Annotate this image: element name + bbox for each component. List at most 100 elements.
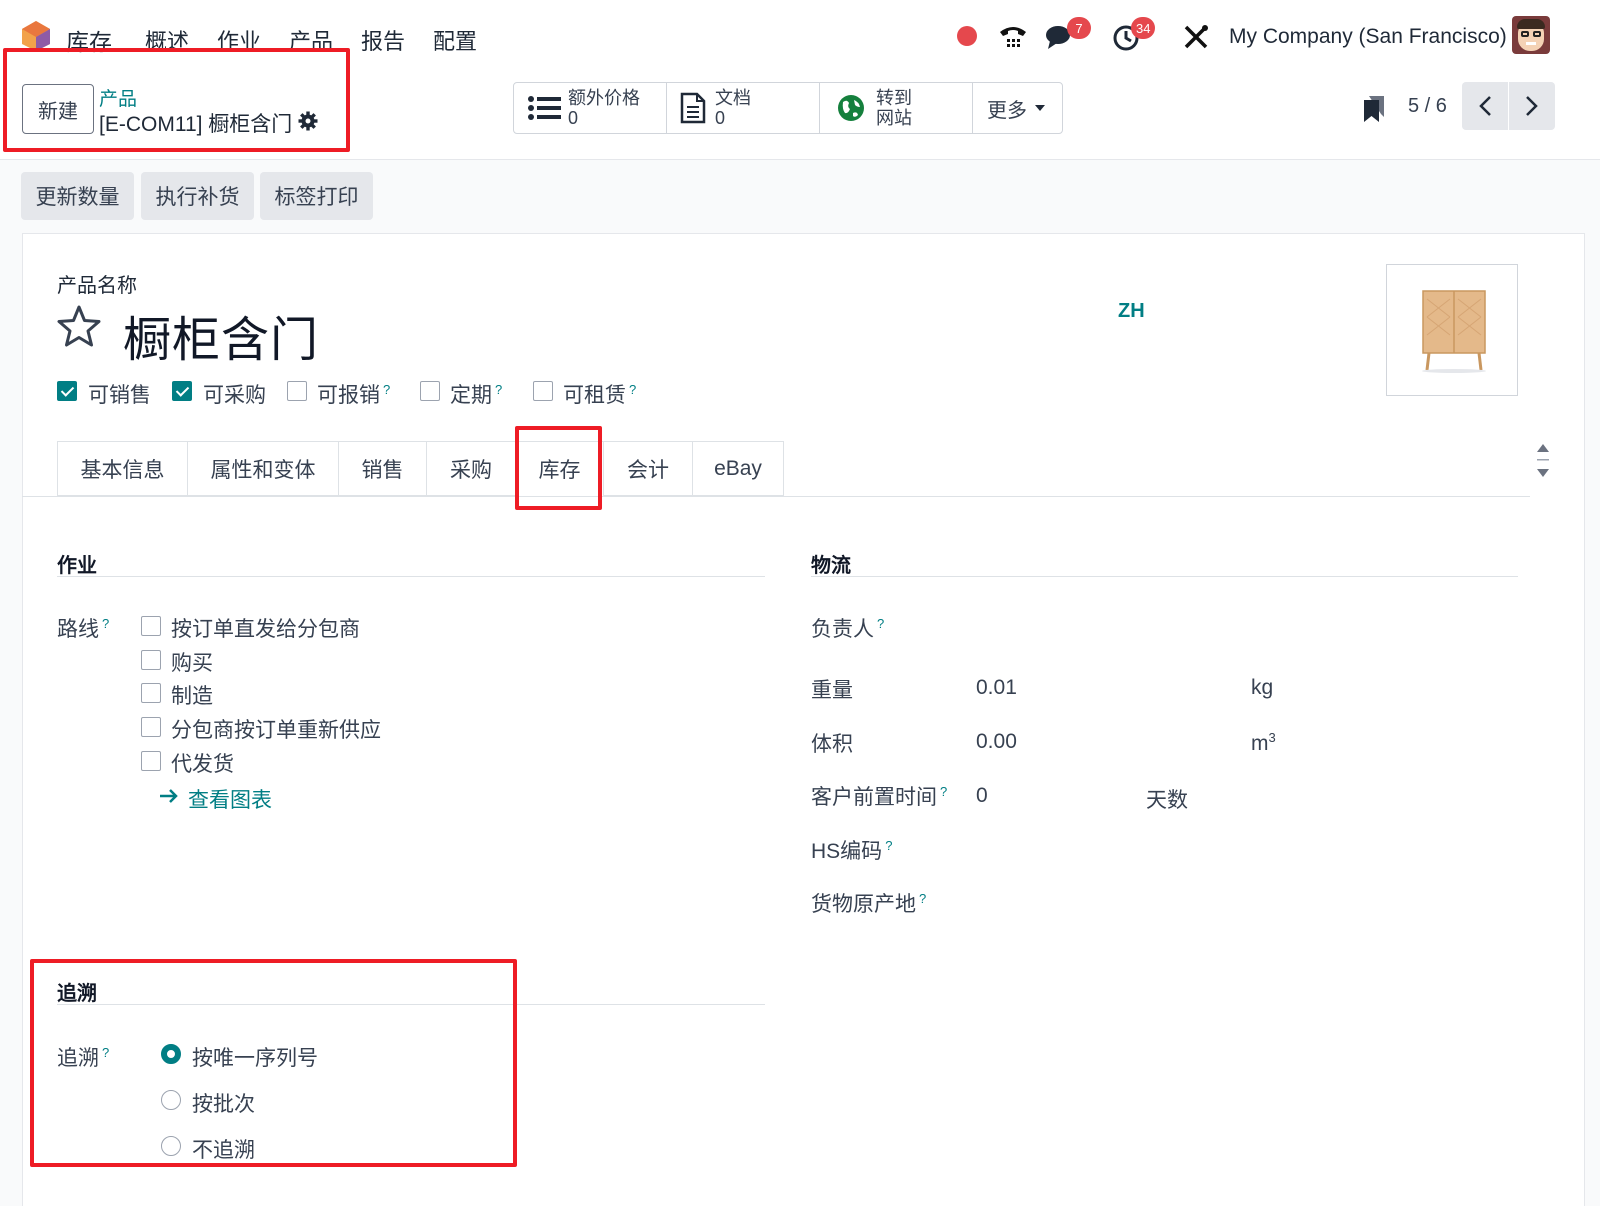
chevron-right-icon <box>1526 96 1538 116</box>
documents-label: 文档 <box>715 88 751 108</box>
traceability-label: 追溯? <box>57 1045 110 1070</box>
app-logo-icon[interactable] <box>20 20 52 52</box>
route-checkbox-resupply-subcontractor[interactable] <box>141 717 161 737</box>
tab-general-info[interactable]: 基本信息 <box>57 441 188 496</box>
bookmark-icon[interactable] <box>1363 95 1385 123</box>
responsible-label: 负责人? <box>811 616 885 641</box>
customer-lead-time-label: 客户前置时间? <box>811 784 948 809</box>
help-icon[interactable]: ? <box>940 784 947 799</box>
route-label: 代发货 <box>171 753 234 776</box>
tracking-none-radio[interactable] <box>161 1136 181 1156</box>
product-name-input[interactable]: 橱柜含门 <box>123 300 319 370</box>
hs-code-label: HS编码? <box>811 838 893 863</box>
menu-overview[interactable]: 概述 <box>145 24 189 56</box>
volume-label: 体积 <box>811 733 853 756</box>
pager-previous-button[interactable] <box>1462 82 1508 130</box>
chevron-left-icon <box>1479 96 1491 116</box>
logistics-divider <box>811 576 1518 577</box>
go-to-label: 转到 <box>876 88 912 108</box>
tracking-serial-radio[interactable] <box>161 1044 181 1064</box>
favorite-star-icon[interactable] <box>56 304 102 348</box>
rent-ok-checkbox[interactable] <box>533 381 553 401</box>
purchase-ok-checkbox[interactable] <box>172 381 192 401</box>
help-icon[interactable]: ? <box>919 891 926 906</box>
extra-prices-label: 额外价格 <box>568 88 640 108</box>
logistics-section-title: 物流 <box>811 555 851 577</box>
help-icon[interactable]: ? <box>495 382 502 397</box>
more-dropdown[interactable]: 更多 <box>972 82 1063 134</box>
caret-down-icon <box>1035 105 1045 111</box>
pager-next-button[interactable] <box>1509 82 1555 130</box>
extra-prices-count: 0 <box>568 108 579 128</box>
origin-country-field[interactable] <box>976 885 1518 917</box>
print-labels-button[interactable]: 标签打印 <box>260 172 373 220</box>
tab-purchase[interactable]: 采购 <box>426 441 516 496</box>
pager-value[interactable]: 5 / 6 <box>1408 95 1447 118</box>
route-checkbox-buy[interactable] <box>141 650 161 670</box>
route-checkbox-dropship-subcontractor[interactable] <box>141 616 161 636</box>
tab-sales[interactable]: 销售 <box>338 441 427 496</box>
route-label: 制造 <box>171 685 213 708</box>
update-quantity-button[interactable]: 更新数量 <box>21 172 134 220</box>
responsible-field[interactable] <box>976 610 1518 642</box>
route-checkbox-manufacture[interactable] <box>141 683 161 703</box>
sale-ok-checkbox[interactable] <box>57 381 77 401</box>
operations-section-title: 作业 <box>57 555 97 577</box>
new-button[interactable]: 新建 <box>22 84 94 134</box>
tracking-lot-radio[interactable] <box>161 1090 181 1110</box>
expense-ok-checkbox[interactable] <box>287 381 307 401</box>
phone-icon[interactable] <box>997 22 1029 52</box>
tab-inventory[interactable]: 库存 <box>515 441 604 496</box>
cabinet-image <box>1422 290 1486 373</box>
route-label: 分包商按订单重新供应 <box>171 719 381 742</box>
scroll-arrows-icon <box>1537 444 1549 477</box>
globe-icon <box>838 95 864 121</box>
tab-accounting[interactable]: 会计 <box>603 441 693 496</box>
route-checkbox-dropship[interactable] <box>141 751 161 771</box>
go-to-website-button[interactable]: 转到 网站 <box>819 82 973 134</box>
help-icon[interactable]: ? <box>877 616 884 631</box>
traceability-section-title: 追溯 <box>57 983 97 1005</box>
menu-configuration[interactable]: 配置 <box>433 24 477 56</box>
recurring-checkbox[interactable] <box>420 381 440 401</box>
help-icon[interactable]: ? <box>383 382 390 397</box>
chat-badge: 7 <box>1067 17 1091 39</box>
breadcrumb-products[interactable]: 产品 <box>99 84 137 111</box>
menu-operations[interactable]: 作业 <box>217 24 261 56</box>
tab-ebay[interactable]: eBay <box>692 441 784 496</box>
scrollbar[interactable] <box>1531 441 1555 481</box>
debug-tools-icon[interactable] <box>1183 24 1209 50</box>
extra-prices-button[interactable]: 额外价格 0 <box>513 82 667 134</box>
user-avatar[interactable] <box>1512 16 1550 54</box>
hs-code-field[interactable] <box>976 832 1518 864</box>
route-label: 购买 <box>171 652 213 675</box>
tab-attributes-variants[interactable]: 属性和变体 <box>187 441 339 496</box>
menu-reporting[interactable]: 报告 <box>361 24 405 56</box>
origin-country-label: 货物原产地? <box>811 891 927 916</box>
help-icon[interactable]: ? <box>102 1045 109 1060</box>
app-name[interactable]: 库存 <box>66 23 112 57</box>
product-image[interactable] <box>1386 264 1518 396</box>
customer-lead-time-input[interactable]: 0 <box>976 784 988 808</box>
company-switcher[interactable]: My Company (San Francisco) <box>1229 25 1507 49</box>
expense-ok-label: 可报销? <box>317 382 391 407</box>
status-indicator-icon[interactable] <box>957 26 977 46</box>
routes-label: 路线? <box>57 616 110 641</box>
help-icon[interactable]: ? <box>102 616 109 631</box>
gear-icon[interactable] <box>298 111 318 131</box>
weight-input[interactable]: 0.01 <box>976 676 1017 700</box>
language-badge[interactable]: ZH <box>1118 300 1145 323</box>
help-icon[interactable]: ? <box>885 838 892 853</box>
arrow-right-icon <box>160 789 178 803</box>
product-name-label: 产品名称 <box>57 275 137 297</box>
help-icon[interactable]: ? <box>629 382 636 397</box>
view-diagram-link[interactable]: 查看图表 <box>188 784 272 814</box>
sale-ok-label: 可销售 <box>88 384 151 407</box>
volume-input[interactable]: 0.00 <box>976 730 1017 754</box>
replenish-button[interactable]: 执行补货 <box>141 172 254 220</box>
documents-button[interactable]: 文档 0 <box>666 82 820 134</box>
website-label: 网站 <box>876 108 912 128</box>
lead-time-unit: 天数 <box>1146 789 1188 812</box>
volume-unit: m3 <box>1251 730 1276 755</box>
menu-products[interactable]: 产品 <box>289 24 333 56</box>
